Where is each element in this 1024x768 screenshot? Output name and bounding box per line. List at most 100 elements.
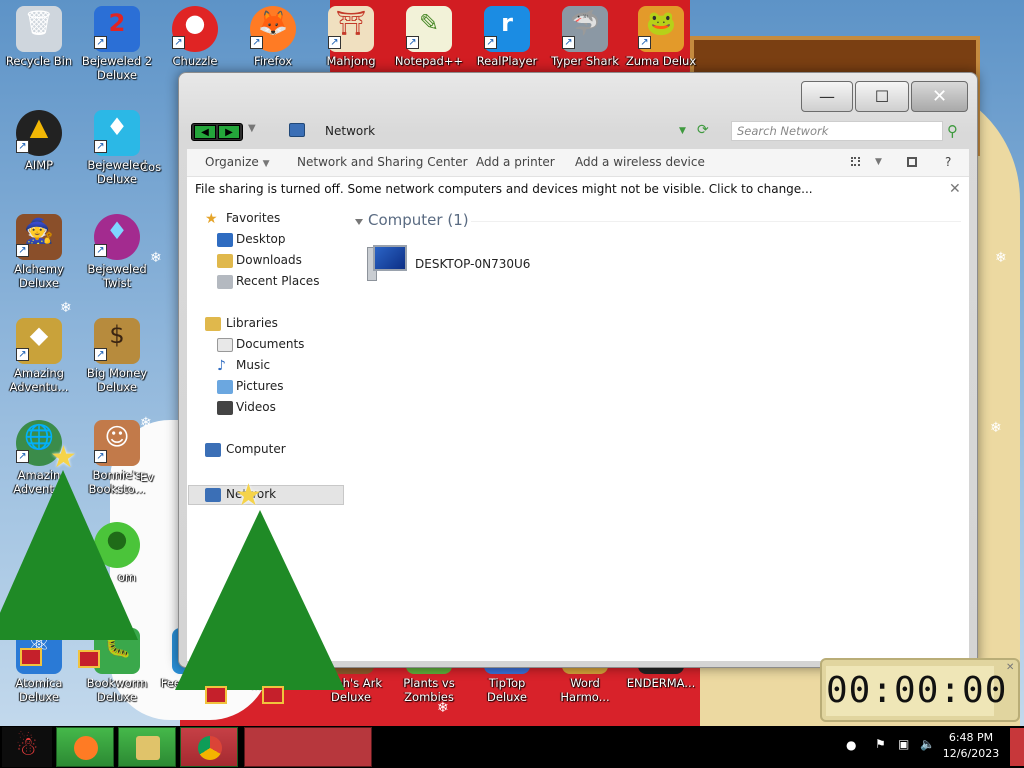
address-bar-breadcrumb[interactable]: Network [325,124,375,138]
change-view-icon[interactable] [851,157,860,166]
desktop-icon-ev[interactable]: Ev [140,470,180,484]
desktop-icon-bejeweled-twist[interactable]: ♦ ↗ Bejeweled Twist [78,214,156,290]
tray-dot-icon[interactable]: ● [846,738,856,752]
desktop-icon-label: Mahjong [326,54,376,68]
desktop-icon-bejeweled-deluxe[interactable]: ♦ ↗ Bejeweled Deluxe [78,110,156,186]
nav-pictures[interactable]: Pictures [236,379,284,393]
desktop-icon-label: Chuzzle [172,54,218,68]
file-sharing-infobar[interactable]: File sharing is turned off. Some network… [187,177,969,203]
shortcut-arrow-icon: ↗ [638,36,651,49]
desktop-icon-big-money[interactable]: $ ↗ Big Money Deluxe [78,318,156,394]
desktop-icon-label: RealPlayer [476,54,538,68]
network-computer-item[interactable]: DESKTOP-0N730U6 [415,257,530,271]
desktop-icon-label: Typer Shark [551,54,619,68]
command-toolbar: Organize ▼ Network and Sharing Center Ad… [187,149,969,177]
nav-downloads[interactable]: Downloads [236,253,302,267]
christmas-tree-decoration [0,470,138,640]
gift-icon [262,686,284,704]
organize-menu[interactable]: Organize ▼ [205,155,270,169]
add-printer-button[interactable]: Add a printer [476,155,555,169]
desktop-icon-cosmic[interactable]: Cos [140,160,180,174]
santa-start-icon: ☃ [15,732,39,762]
view-options-dropdown-icon[interactable]: ▼ [875,157,882,167]
desktop-icon-label: Recycle Bin [5,54,73,68]
nav-documents[interactable]: Documents [236,337,304,351]
pictures-icon [217,380,233,394]
star-icon: ★ [235,478,262,513]
network-tray-icon[interactable]: ▣ [898,737,909,751]
desktop-icon-label: Plants vs Zombies [403,676,455,704]
group-collapse-icon[interactable] [355,219,363,225]
desktop-icon-recycle-bin[interactable]: 🗑 Recycle Bin [0,6,78,68]
desktop-icon-alchemy-deluxe[interactable]: 🧙 ↗ Alchemy Deluxe [0,214,78,290]
search-icon[interactable]: ⚲ [947,122,958,140]
nav-recent-places[interactable]: Recent Places [236,274,319,288]
organize-label: Organize [205,155,259,169]
recycle-bin-icon: 🗑 [16,6,62,52]
shortcut-arrow-icon: ↗ [172,36,185,49]
preview-pane-icon[interactable] [907,157,917,167]
shortcut-arrow-icon: ↗ [16,348,29,361]
taskbar-explorer[interactable] [118,727,176,767]
minimize-button[interactable]: — [801,81,853,112]
desktop-icon-label: Bejeweled Twist [87,262,147,290]
desktop-icon-mahjong[interactable]: ⛩ ↗ Mahjong [312,6,390,68]
desktop-icon-label: Atomica Deluxe [15,676,63,704]
network-icon [205,488,221,502]
maximize-button[interactable]: ☐ [855,81,909,112]
desktop-icon-label: Amazing Adventu... [9,366,69,394]
action-center-flag-icon[interactable]: ⚑ [875,737,886,751]
add-wireless-device-button[interactable]: Add a wireless device [575,155,705,169]
desktop-icon-realplayer[interactable]: r ↗ RealPlayer [468,6,546,68]
clock-gadget[interactable]: 00:00:00 ✕ [820,658,1020,722]
desktop-folder-icon [217,233,233,247]
nav-favorites[interactable]: Favorites [226,211,280,225]
desktop-icon-firefox[interactable]: 🦊 ↗ Firefox [234,6,312,68]
desktop-icon-label: Bejeweled Deluxe [87,158,147,186]
network-sharing-center-button[interactable]: Network and Sharing Center [297,155,468,169]
star-icon: ★ [50,440,77,475]
desktop-icon-label: Big Money Deluxe [86,366,148,394]
desktop-icon-label: ENDERMA... [626,676,696,690]
desktop-icon-amazing-adventures[interactable]: ◆ ↗ Amazing Adventu... [0,318,78,394]
clock-time: 6:48 PM [948,731,994,744]
shortcut-arrow-icon: ↗ [484,36,497,49]
computer-icon[interactable] [367,243,413,283]
desktop-icon-typer-shark[interactable]: 🦈 ↗ Typer Shark [546,6,624,68]
infobar-close-icon[interactable]: ✕ [949,181,961,197]
search-input[interactable]: Search Network [731,121,943,141]
back-button[interactable]: ◀ [194,125,216,139]
nav-videos[interactable]: Videos [236,400,276,414]
close-button[interactable]: ✕ [911,81,968,112]
volume-icon[interactable]: 🔈 [920,737,935,751]
taskbar-clock[interactable]: 6:48 PM 12/6/2023 [938,730,1004,762]
shortcut-arrow-icon: ↗ [328,36,341,49]
recent-pages-dropdown-icon[interactable]: ▼ [248,123,256,134]
nav-libraries[interactable]: Libraries [226,316,278,330]
taskbar-firefox[interactable] [56,727,114,767]
christmas-tree-decoration [175,510,345,690]
nav-desktop[interactable]: Desktop [236,232,286,246]
address-dropdown-icon[interactable]: ▼ [679,126,686,136]
group-header-computer[interactable]: Computer (1) [368,211,469,229]
desktop-icon-zuma-deluxe[interactable]: 🐸 ↗ Zuma Delux [622,6,700,68]
start-button[interactable]: ☃ [2,727,52,767]
gift-icon [205,686,227,704]
nav-computer[interactable]: Computer [226,442,286,456]
gift-icon [78,650,100,668]
gadget-close-icon[interactable]: ✕ [1006,662,1014,673]
desktop-icon-chuzzle[interactable]: ● ↗ Chuzzle [156,6,234,68]
taskbar-chrome[interactable] [180,727,238,767]
desktop-icon-aimp[interactable]: ▲ ↗ AIMP [0,110,78,172]
forward-button[interactable]: ▶ [218,125,240,139]
show-desktop-button[interactable] [1010,728,1024,766]
star-icon: ★ [205,211,218,227]
snowflake-icon: ❄ [60,300,72,316]
help-button[interactable]: ? [945,155,951,169]
chevron-down-icon: ▼ [262,159,270,169]
taskbar-running-window[interactable] [244,727,372,767]
desktop-icon-bejeweled-2[interactable]: 2 ↗ Bejeweled 2 Deluxe [78,6,156,82]
refresh-icon[interactable]: ⟳ [697,122,709,138]
desktop-icon-notepad-plus-plus[interactable]: ✎ ↗ Notepad++ [390,6,468,68]
nav-music[interactable]: Music [236,358,270,372]
